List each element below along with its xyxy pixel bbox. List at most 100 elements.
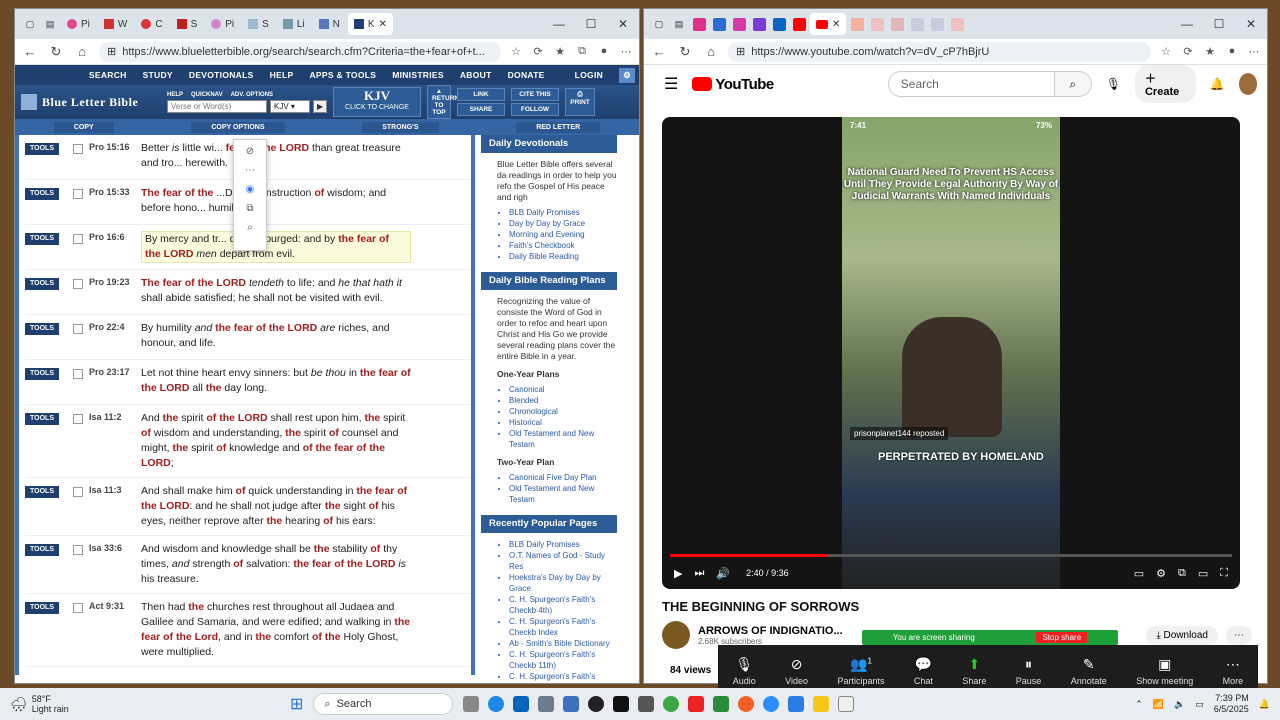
tab-icon[interactable] [790, 15, 808, 33]
search-button-icon[interactable]: ⌕ [1054, 71, 1092, 97]
copy-verse-icon[interactable] [73, 487, 83, 497]
copy-options-button[interactable]: COPY OPTIONS [191, 121, 285, 133]
tab-list-icon[interactable]: ▤ [41, 15, 59, 33]
outlook-icon[interactable] [513, 696, 530, 712]
nav-help[interactable]: HELP [270, 70, 294, 80]
copy-verse-icon[interactable] [73, 144, 83, 154]
nav-login[interactable]: LOGIN [575, 70, 603, 80]
app-red-icon[interactable] [688, 696, 705, 712]
home-icon[interactable]: ⌂ [73, 44, 91, 59]
profile-icon[interactable]: ● [1225, 45, 1239, 59]
sidebar-link[interactable]: Chronological [509, 406, 617, 417]
sidebar-link[interactable]: Day by Day by Grace [509, 218, 617, 229]
create-button[interactable]: ＋ Create [1134, 65, 1196, 103]
verse-reference[interactable]: Pro 19:23 [89, 277, 141, 308]
extensions-icon[interactable]: ⟳ [531, 45, 545, 59]
app-green-icon[interactable] [713, 696, 730, 712]
search-icon[interactable]: ⌕ [247, 222, 253, 233]
minimize-icon[interactable]: — [1171, 17, 1203, 31]
tab-active[interactable]: K ✕ [347, 13, 393, 35]
settings-icon[interactable]: ⚙ [1156, 567, 1166, 580]
verse-reference[interactable]: Pro 23:17 [89, 367, 141, 398]
brave-icon[interactable] [738, 696, 755, 712]
more-button[interactable]: ⋯ More [1223, 656, 1244, 686]
sidebar-link[interactable]: Canonical Five Day Plan [509, 472, 617, 483]
copy-verse-icon[interactable] [73, 414, 83, 424]
nav-ministries[interactable]: MINISTRIES [392, 70, 444, 80]
refresh-icon[interactable]: ↻ [676, 44, 694, 60]
tab-item[interactable]: S [171, 13, 204, 35]
copy-verse-icon[interactable] [73, 189, 83, 199]
nav-devotionals[interactable]: DEVOTIONALS [189, 70, 254, 80]
video-frame[interactable]: 7:41 73% National Guard Need To Prevent H… [842, 117, 1060, 589]
copy-verse-icon[interactable] [73, 545, 83, 555]
tab-icon[interactable] [690, 15, 708, 33]
favorite-icon[interactable]: ☆ [1159, 45, 1173, 59]
sidebar-link[interactable]: C. H. Spurgeon's Faith's Checkb (Februar… [509, 671, 617, 683]
tab-icon[interactable] [750, 15, 768, 33]
channel-name[interactable]: ARROWS OF INDIGNATIO... [698, 625, 843, 637]
copy-verse-icon[interactable] [73, 279, 83, 289]
more-icon[interactable]: ⋯ [245, 165, 255, 176]
tab-item[interactable]: N [313, 13, 346, 35]
refresh-icon[interactable]: ↻ [47, 44, 65, 60]
cite-button[interactable]: CITE THIS [511, 88, 559, 101]
sidebar-link[interactable]: Blended [509, 395, 617, 406]
red-letter-toggle[interactable]: RED LETTER [516, 121, 601, 133]
notifications-bell-icon[interactable]: 🔔 [1210, 77, 1225, 91]
wifi-icon[interactable]: 📶 [1153, 699, 1164, 710]
sidebar-link[interactable]: Old Testament and New Testam [509, 428, 617, 450]
workspaces-icon[interactable]: ▢ [21, 15, 39, 33]
close-tab-icon[interactable]: ✕ [379, 19, 387, 30]
video-button[interactable]: ⊘ Video [785, 656, 808, 686]
profile-icon[interactable]: ● [597, 45, 611, 59]
youtube-search-input[interactable]: Search [887, 71, 1055, 97]
tools-button[interactable]: TOOLS [25, 188, 59, 200]
copy-icon[interactable]: ⧉ [246, 203, 253, 214]
copy-verse-icon[interactable] [73, 369, 83, 379]
taskbar-search[interactable]: ⌕ Search [313, 693, 454, 715]
tab-icon[interactable] [868, 15, 886, 33]
zoom-icon[interactable] [763, 696, 780, 712]
tab-item[interactable]: Pi [61, 13, 96, 35]
adv-options-link[interactable]: ADV. OPTIONS [231, 92, 273, 98]
tools-button[interactable]: TOOLS [25, 278, 59, 290]
nav-search[interactable]: SEARCH [89, 70, 127, 80]
miniplayer-icon[interactable]: ⧉ [1178, 567, 1186, 580]
back-icon[interactable]: ← [650, 44, 668, 59]
nav-apps-tools[interactable]: APPS & TOOLS [309, 70, 376, 80]
return-top-button[interactable]: ▲ RETURN TO TOP [427, 85, 459, 119]
sidebar-link[interactable]: Old Testament and New Testam [509, 483, 617, 505]
stop-share-button[interactable]: Stop share [1036, 632, 1088, 643]
pause-button[interactable]: ⏸ Pause [1016, 656, 1042, 686]
chat-button[interactable]: 💬 Chat [914, 656, 933, 686]
menu-icon[interactable]: ⋯ [619, 45, 633, 59]
tools-button[interactable]: TOOLS [25, 486, 59, 498]
participants-button[interactable]: 👥1 Participants [837, 656, 884, 686]
version-select[interactable]: KJV ▾ [270, 99, 310, 113]
favorites-icon[interactable]: ★ [553, 45, 567, 59]
tab-list-icon[interactable]: ▤ [670, 15, 688, 33]
sidebar-link[interactable]: BLB Daily Promises [509, 207, 617, 218]
tab-item[interactable]: Li [277, 13, 311, 35]
close-window-icon[interactable]: ✕ [1235, 17, 1267, 31]
minimize-icon[interactable]: — [543, 17, 575, 31]
edge-icon[interactable] [488, 696, 505, 712]
download-button[interactable]: ⤓ Download [1146, 625, 1218, 645]
file-icon[interactable] [838, 696, 855, 712]
capcut-icon[interactable] [613, 696, 630, 712]
tools-button[interactable]: TOOLS [25, 368, 59, 380]
clock[interactable]: 7:39 PM 6/5/2025 [1214, 693, 1249, 715]
follow-button[interactable]: FOLLOW [511, 103, 559, 116]
blb-logo[interactable]: Blue Letter Bible [21, 94, 161, 110]
verse-reference[interactable]: Act 9:31 [89, 601, 141, 660]
home-icon[interactable]: ⌂ [702, 44, 720, 59]
sidebar-link[interactable]: Faith's Checkbook [509, 240, 617, 251]
sidebar-link[interactable]: Ab - Smith's Bible Dictionary [509, 638, 617, 649]
app-blue-icon[interactable] [788, 696, 805, 712]
github-icon[interactable] [588, 696, 605, 712]
hide-icon[interactable]: ⊘ [246, 146, 254, 157]
microphone-icon[interactable]: 🎙 [1106, 77, 1121, 91]
extensions-icon[interactable]: ⟳ [1181, 45, 1195, 59]
hamburger-menu-icon[interactable]: ☰ [664, 74, 678, 94]
